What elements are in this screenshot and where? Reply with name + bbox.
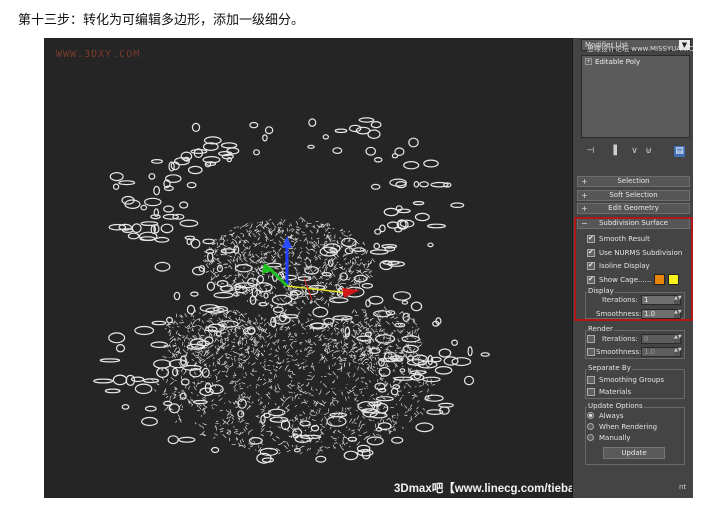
stack-toolbar: ⊣ ▐ ∨ ⊌ ▤ <box>579 144 691 160</box>
isoline-display-checkbox[interactable] <box>587 261 595 270</box>
spinner-arrows-icon[interactable]: ▲▼ <box>674 296 682 304</box>
perspective-viewport[interactable]: WWW.3DXY.COM 3Dmax吧【www.linecg.com/tieba… <box>44 38 572 498</box>
command-panel: Modifier List ▼ 思缘设计论坛 www.MISSYUAN.COM … <box>572 38 693 498</box>
panel-bottom-text: nt <box>679 483 687 491</box>
page-caption: 第十三步：转化为可编辑多边形，添加一级细分。 <box>18 13 305 28</box>
isoline-display-label: Isoline Display <box>599 262 650 270</box>
plus-icon: + <box>581 204 588 213</box>
remove-modifier-icon[interactable]: ⊌ <box>643 146 654 157</box>
plus-icon: + <box>581 177 588 186</box>
rollout-label: Soft Selection <box>609 191 658 199</box>
smoothing-groups-checkbox[interactable] <box>587 376 595 384</box>
materials-checkbox[interactable] <box>587 388 595 396</box>
when-rendering-radio[interactable] <box>587 423 594 430</box>
stack-item-editable-poly[interactable]: + Editable Poly <box>583 57 688 67</box>
spinner-arrows-icon[interactable]: ▲▼ <box>674 335 682 343</box>
use-nurms-label: Use NURMS Subdivision <box>599 249 683 257</box>
render-smoothness-checkbox[interactable] <box>587 348 595 356</box>
make-unique-icon[interactable]: ∨ <box>629 146 640 157</box>
use-nurms-checkbox[interactable] <box>587 248 595 257</box>
rollout-label: Edit Geometry <box>608 204 659 212</box>
display-iterations-value: 1 <box>644 296 649 304</box>
show-cage-label: Show Cage...... <box>599 276 652 284</box>
always-label: Always <box>599 412 624 420</box>
smooth-result-label: Smooth Result <box>599 235 650 243</box>
spinner-arrows-icon[interactable]: ▲▼ <box>674 348 682 356</box>
plus-icon: + <box>581 191 588 200</box>
cage-color-swatch-2[interactable] <box>668 274 679 285</box>
render-iterations-checkbox[interactable] <box>587 335 595 343</box>
smooth-result-checkbox[interactable] <box>587 234 595 243</box>
render-iterations-spinner[interactable]: 0 ▲▼ <box>641 334 682 344</box>
always-radio[interactable] <box>587 412 594 419</box>
rollout-edit-geometry[interactable]: + Edit Geometry <box>577 203 690 214</box>
smoothing-groups-label: Smoothing Groups <box>599 376 665 384</box>
display-iterations-label: Iterations: <box>602 296 638 304</box>
render-smoothness-label: Smoothness: <box>596 348 642 356</box>
rollout-label: Selection <box>617 177 650 185</box>
manually-radio[interactable] <box>587 434 594 441</box>
stack-item-label: Editable Poly <box>595 58 641 66</box>
update-button[interactable]: Update <box>603 447 665 459</box>
display-smoothness-value: 1.0 <box>644 310 656 318</box>
render-iterations-value: 0 <box>644 335 649 343</box>
modifier-stack[interactable]: + Editable Poly <box>581 55 690 138</box>
spinner-arrows-icon[interactable]: ▲▼ <box>674 310 682 318</box>
transform-gizmo[interactable] <box>44 38 572 498</box>
expand-icon[interactable]: + <box>585 58 592 65</box>
display-smoothness-spinner[interactable]: 1.0 ▲▼ <box>641 309 682 319</box>
cage-color-swatch-1[interactable] <box>654 274 665 285</box>
when-rendering-label: When Rendering <box>599 423 658 431</box>
separate-by-title: Separate By <box>587 364 632 372</box>
site-credit-footer: 3Dmax吧【www.linecg.com/tieba/1771】 <box>394 483 572 495</box>
update-options-title: Update Options <box>587 402 644 410</box>
render-iterations-label: Iterations: <box>602 335 638 343</box>
render-smoothness-value: 1.0 <box>644 348 656 356</box>
3dsmax-window: WWW.3DXY.COM 3Dmax吧【www.linecg.com/tieba… <box>44 38 693 498</box>
configure-sets-icon[interactable]: ▤ <box>674 146 685 157</box>
display-smoothness-label: Smoothness: <box>596 310 642 318</box>
render-group-title: Render <box>587 325 614 333</box>
rollout-selection[interactable]: + Selection <box>577 176 690 187</box>
rollout-soft-selection[interactable]: + Soft Selection <box>577 190 690 201</box>
show-end-result-icon[interactable]: ▐ <box>608 146 619 157</box>
display-iterations-spinner[interactable]: 1 ▲▼ <box>641 295 682 305</box>
materials-label: Materials <box>599 388 632 396</box>
display-group-title: Display <box>587 287 615 295</box>
manually-label: Manually <box>599 434 631 442</box>
show-cage-checkbox[interactable] <box>587 275 595 284</box>
panel-watermark: 思缘设计论坛 www.MISSYUAN.COM <box>587 45 693 53</box>
pin-stack-icon[interactable]: ⊣ <box>585 146 596 157</box>
render-smoothness-spinner[interactable]: 1.0 ▲▼ <box>641 347 682 357</box>
